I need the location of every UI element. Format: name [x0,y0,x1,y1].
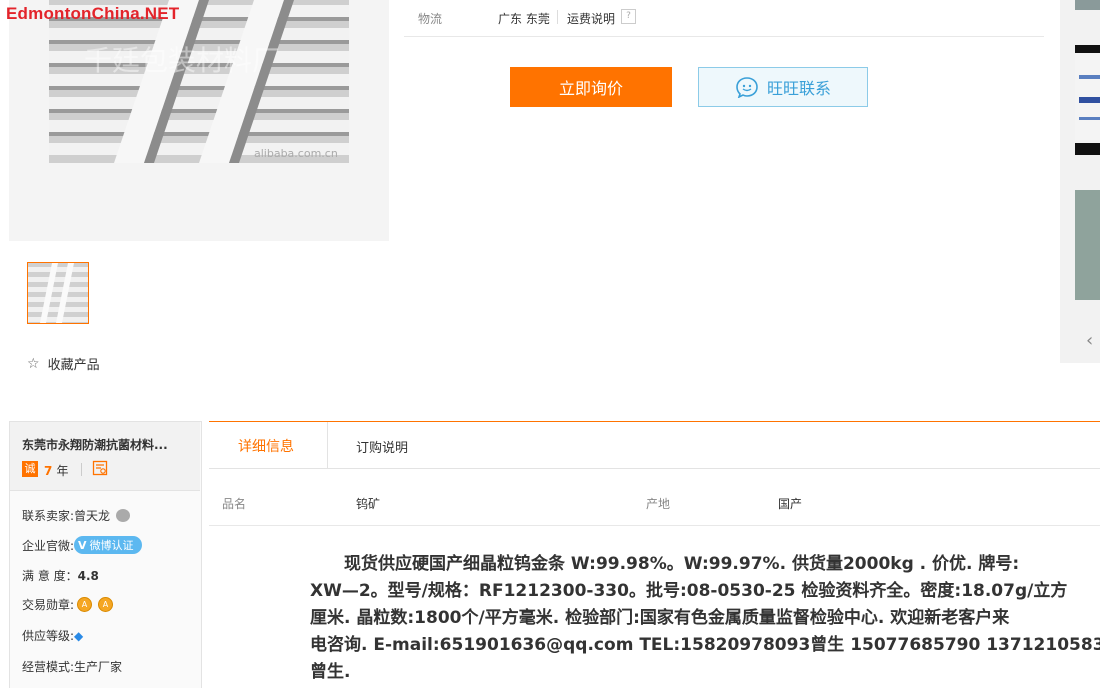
wangwang-icon [736,77,758,98]
years-value: 7 [44,464,53,478]
description-line: XW—2。型号/规格：RF1212300-330。批号:08-0530-25 检… [310,581,1068,601]
site-watermark: EdmontonChina.NET [6,4,180,23]
logistics-location: 广东 东莞 [498,12,550,26]
description-line: 现货供应硬国产细晶粒钨金条 W:99.98%。W:99.97%. 供货量2000… [310,554,1020,574]
main-product-image[interactable]: 千廷包装材料厂 alibaba.com.cn [49,0,349,163]
attr-value-name: 钨矿 [356,497,381,511]
favorite-label: 收藏产品 [47,358,100,373]
chengxintong-badge[interactable]: 诚 [22,461,38,477]
chevron-left-icon[interactable]: ‹ [1086,330,1093,351]
medal-label: 交易勋章: [22,598,75,612]
years-unit: 年 [56,464,69,478]
medal-icon[interactable]: A [77,597,93,612]
logistics-label: 物流 [418,12,443,26]
thumbnail-image [28,263,88,323]
wangwang-label: 旺旺联系 [766,79,831,98]
description-line: 电咨询. E-mail:651901636@qq.com TEL:1582097… [310,635,1100,655]
strip-photo: 千廷包装材料厂 alibaba.com.cn [49,0,349,163]
related-product-photo [1075,45,1100,155]
tab-bar-background [327,422,1100,467]
wangwang-contact-button[interactable]: 旺旺联系 [698,67,868,107]
medal-icon[interactable]: A [98,597,114,612]
inquiry-button[interactable]: 立即询价 [510,67,672,107]
attr-value-origin: 国产 [778,497,803,511]
contact-name[interactable]: 曾天龙 [74,507,110,524]
medal-row: 交易勋章: A A [22,596,114,613]
favorite-product[interactable]: ☆ 收藏产品 [27,354,100,374]
related-product-image[interactable] [1075,0,1100,10]
supply-level-row: 供应等级: ◆ [22,627,83,644]
image-watermark: alibaba.com.cn [254,147,338,160]
tab-details-label[interactable]: 详细信息 [238,436,294,456]
v-icon: V [78,538,87,552]
related-product-image[interactable] [1075,45,1100,155]
thumbnail-1[interactable] [27,262,89,324]
membership-years: 7 年 [44,462,69,479]
attr-key-name: 品名 [222,497,247,511]
company-name[interactable]: 东莞市永翔防潮抗菌材料... [22,436,192,453]
mode-label: 经营模式: [22,660,75,674]
supply-label: 供应等级: [22,629,75,643]
description-line: 厘米. 晶粒数:1800个/平方毫米. 检验部门:国家有色金属质量监督检验中心.… [310,608,1010,628]
contact-seller-row: 联系卖家: 曾天龙 [22,507,131,524]
product-description: 现货供应硬国产细晶粒钨金条 W:99.98%。W:99.97%. 供货量2000… [310,551,1100,686]
diamond-icon[interactable]: ◆ [74,629,83,643]
contact-label: 联系卖家: [22,509,75,523]
description-line: 曾生. [310,662,351,682]
seller-header [10,422,200,491]
help-icon[interactable]: ? [621,9,636,24]
mode-value: 生产厂家 [74,660,123,674]
image-overlay-text: 千廷包装材料厂 [84,44,280,77]
business-mode-row: 经营模式: 生产厂家 [22,658,122,675]
star-icon: ☆ [27,355,40,372]
attr-key-origin: 产地 [646,497,671,511]
divider [81,463,82,476]
certificate-icon[interactable] [92,460,108,476]
divider [557,10,558,24]
shipping-info-link[interactable]: 运费说明 [567,10,615,27]
related-product-image[interactable] [1075,190,1100,300]
wangwang-status-icon[interactable] [116,509,131,522]
tab-order-info[interactable]: 订购说明 [356,437,408,456]
